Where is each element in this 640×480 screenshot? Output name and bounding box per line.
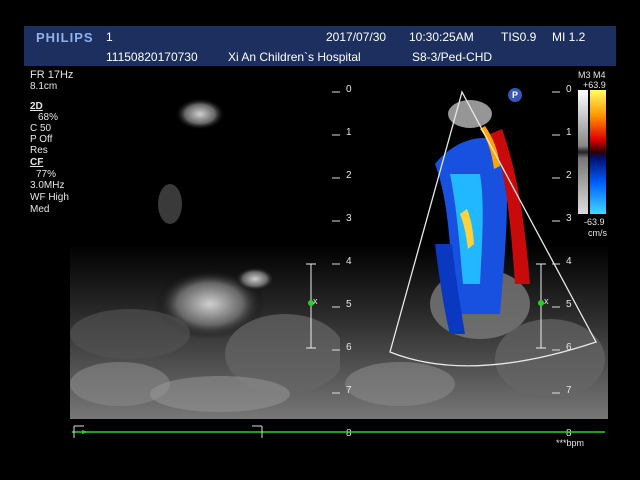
right-depth-tick-2: 2 bbox=[566, 170, 572, 181]
depth-tick-2: 2 bbox=[346, 170, 352, 181]
right-depth-tick-3: 3 bbox=[566, 213, 572, 224]
hospital-name: Xi An Children`s Hospital bbox=[228, 50, 361, 64]
velocity-max: +63.9 bbox=[583, 80, 606, 90]
left-scale-dashes bbox=[332, 91, 340, 433]
cf-frequency: 3.0MHz bbox=[30, 180, 65, 191]
right-focus-marker: x bbox=[544, 296, 549, 306]
mi-index: MI 1.2 bbox=[552, 30, 586, 44]
image-number: 1 bbox=[106, 30, 113, 44]
mode-cf-label: CF bbox=[30, 157, 44, 168]
info-header: PHILIPS 1 2017/07/30 10:30:25AM TIS0.9 M… bbox=[24, 26, 616, 66]
right-depth-tick-1: 1 bbox=[566, 127, 572, 138]
velocity-unit: cm/s bbox=[588, 228, 607, 238]
flow-setting: Med bbox=[30, 204, 50, 215]
tis-index: TIS0.9 bbox=[501, 30, 537, 44]
ecg-timeline[interactable] bbox=[70, 422, 610, 442]
depth-tick-5: 5 bbox=[346, 299, 352, 310]
right-focus-bracket[interactable] bbox=[532, 262, 554, 352]
depth-tick-4: 4 bbox=[346, 256, 352, 267]
wall-filter: WF High bbox=[30, 192, 69, 203]
brand-logo: PHILIPS bbox=[36, 30, 94, 45]
depth-tick-7: 7 bbox=[346, 385, 352, 396]
gain-2d: 68% bbox=[38, 112, 59, 123]
velocity-min: -63.9 bbox=[584, 217, 605, 227]
right-depth-tick-0: 0 bbox=[566, 84, 572, 95]
color-velocity-bar bbox=[590, 90, 606, 214]
mode-2d-label: 2D bbox=[30, 101, 43, 112]
patient-id: 11150820170730 bbox=[106, 50, 198, 64]
depth-value: 8.1cm bbox=[30, 81, 58, 92]
gain-cf: 77% bbox=[36, 169, 57, 180]
probe-preset: S8-3/Ped-CHD bbox=[412, 50, 493, 64]
depth-tick-6: 6 bbox=[346, 342, 352, 353]
grayscale-bar bbox=[578, 90, 588, 214]
heart-rate: ***bpm bbox=[556, 438, 585, 448]
exam-time: 10:30:25AM bbox=[409, 30, 474, 44]
depth-tick-3: 3 bbox=[346, 213, 352, 224]
right-depth-tick-7: 7 bbox=[566, 385, 572, 396]
probe-orientation-badge: P bbox=[508, 88, 522, 102]
left-focus-bracket[interactable] bbox=[302, 262, 324, 352]
right-depth-tick-6: 6 bbox=[566, 342, 572, 353]
depth-tick-1: 1 bbox=[346, 127, 352, 138]
color-map-label: M3 M4 bbox=[578, 70, 606, 80]
right-scale-dashes bbox=[552, 91, 560, 433]
left-focus-marker: x bbox=[313, 296, 318, 306]
frame-rate: FR 17Hz bbox=[30, 69, 74, 81]
right-depth-tick-5: 5 bbox=[566, 299, 572, 310]
persistence: P Off bbox=[30, 134, 53, 145]
exam-date: 2017/07/30 bbox=[326, 30, 387, 44]
compression: C 50 bbox=[30, 123, 52, 134]
depth-tick-0: 0 bbox=[346, 84, 352, 95]
right-depth-tick-4: 4 bbox=[566, 256, 572, 267]
ultrasound-2d-image bbox=[70, 98, 345, 419]
resolution: Res bbox=[30, 145, 48, 156]
velocity-colorbar bbox=[578, 90, 606, 214]
